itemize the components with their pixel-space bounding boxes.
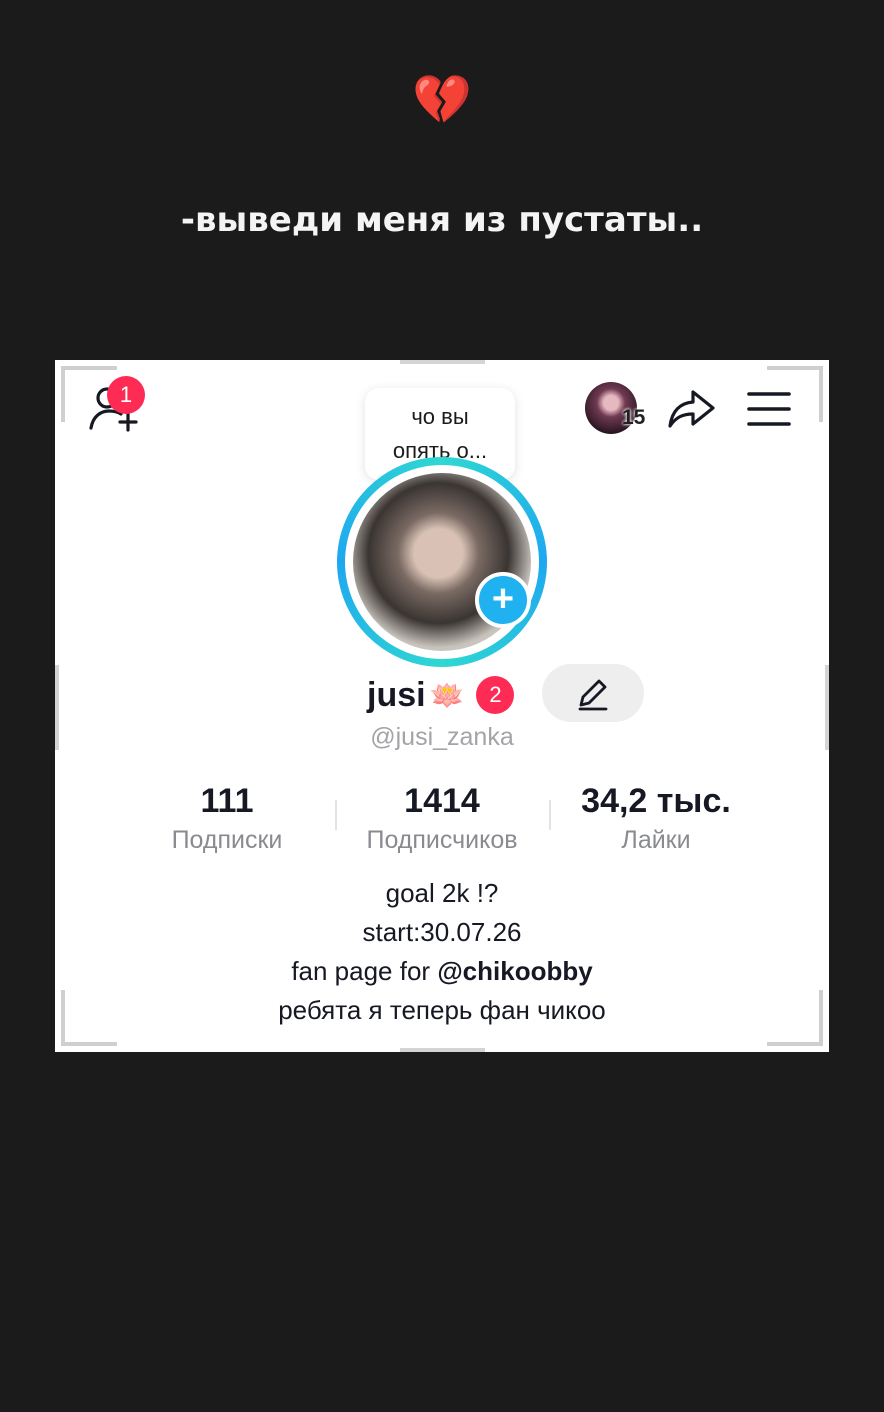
broken-heart-emoji: 💔 xyxy=(412,72,472,128)
share-arrow-icon xyxy=(668,390,715,428)
bio-text: fan page for xyxy=(291,956,438,986)
following-count: 111 xyxy=(200,782,254,820)
profile-screenshot-frame: 1 чо вы опять о... 15 + jusi 🪷 2 @jusi_z… xyxy=(55,360,829,1052)
pencil-icon xyxy=(578,679,608,711)
menu-button[interactable] xyxy=(745,390,793,428)
username: @jusi_zanka xyxy=(370,723,514,751)
followers-label: Подписчиков xyxy=(366,826,518,854)
edit-profile-button[interactable] xyxy=(542,664,644,722)
bio-line-2: start:30.07.26 xyxy=(362,917,522,947)
note-text-line-1: чо вы xyxy=(411,404,469,429)
likes-count: 34,2 тыс. xyxy=(581,782,731,820)
bio-line-4: ребята я теперь фан чикоо xyxy=(278,995,606,1025)
likes-stat[interactable]: 34,2 тыс. Лайки xyxy=(546,778,766,856)
lotus-emoji: 🪷 xyxy=(429,678,465,712)
profile-avatar-ring xyxy=(337,457,547,667)
following-stat[interactable]: 111 Подписки xyxy=(117,778,337,856)
bio-line-1: goal 2k !? xyxy=(385,878,499,908)
add-story-plus-icon[interactable]: + xyxy=(475,572,531,628)
profile-bio: goal 2k !? start:30.07.26 fan page for @… xyxy=(55,874,829,1030)
share-button[interactable] xyxy=(665,386,719,432)
followers-count: 1414 xyxy=(404,782,480,820)
likes-label: Лайки xyxy=(621,826,691,854)
hamburger-menu-icon xyxy=(747,392,791,426)
display-name: jusi xyxy=(367,675,426,714)
bio-line-3: fan page for @chikoobby xyxy=(55,952,829,991)
name-badge: 2 xyxy=(476,676,515,714)
story-caption: -выведи меня из пустаты.. xyxy=(180,200,704,240)
bio-mention-link[interactable]: @chikoobby xyxy=(437,956,592,986)
crop-handle-bottom[interactable] xyxy=(400,1048,485,1052)
followers-stat[interactable]: 1414 Подписчиков xyxy=(332,778,552,856)
name-row: jusi 🪷 2 xyxy=(367,668,515,722)
following-label: Подписки xyxy=(171,826,283,854)
friends-count: 15 xyxy=(622,406,646,429)
notifications-badge: 1 xyxy=(107,376,145,414)
crop-handle-top[interactable] xyxy=(400,360,485,364)
